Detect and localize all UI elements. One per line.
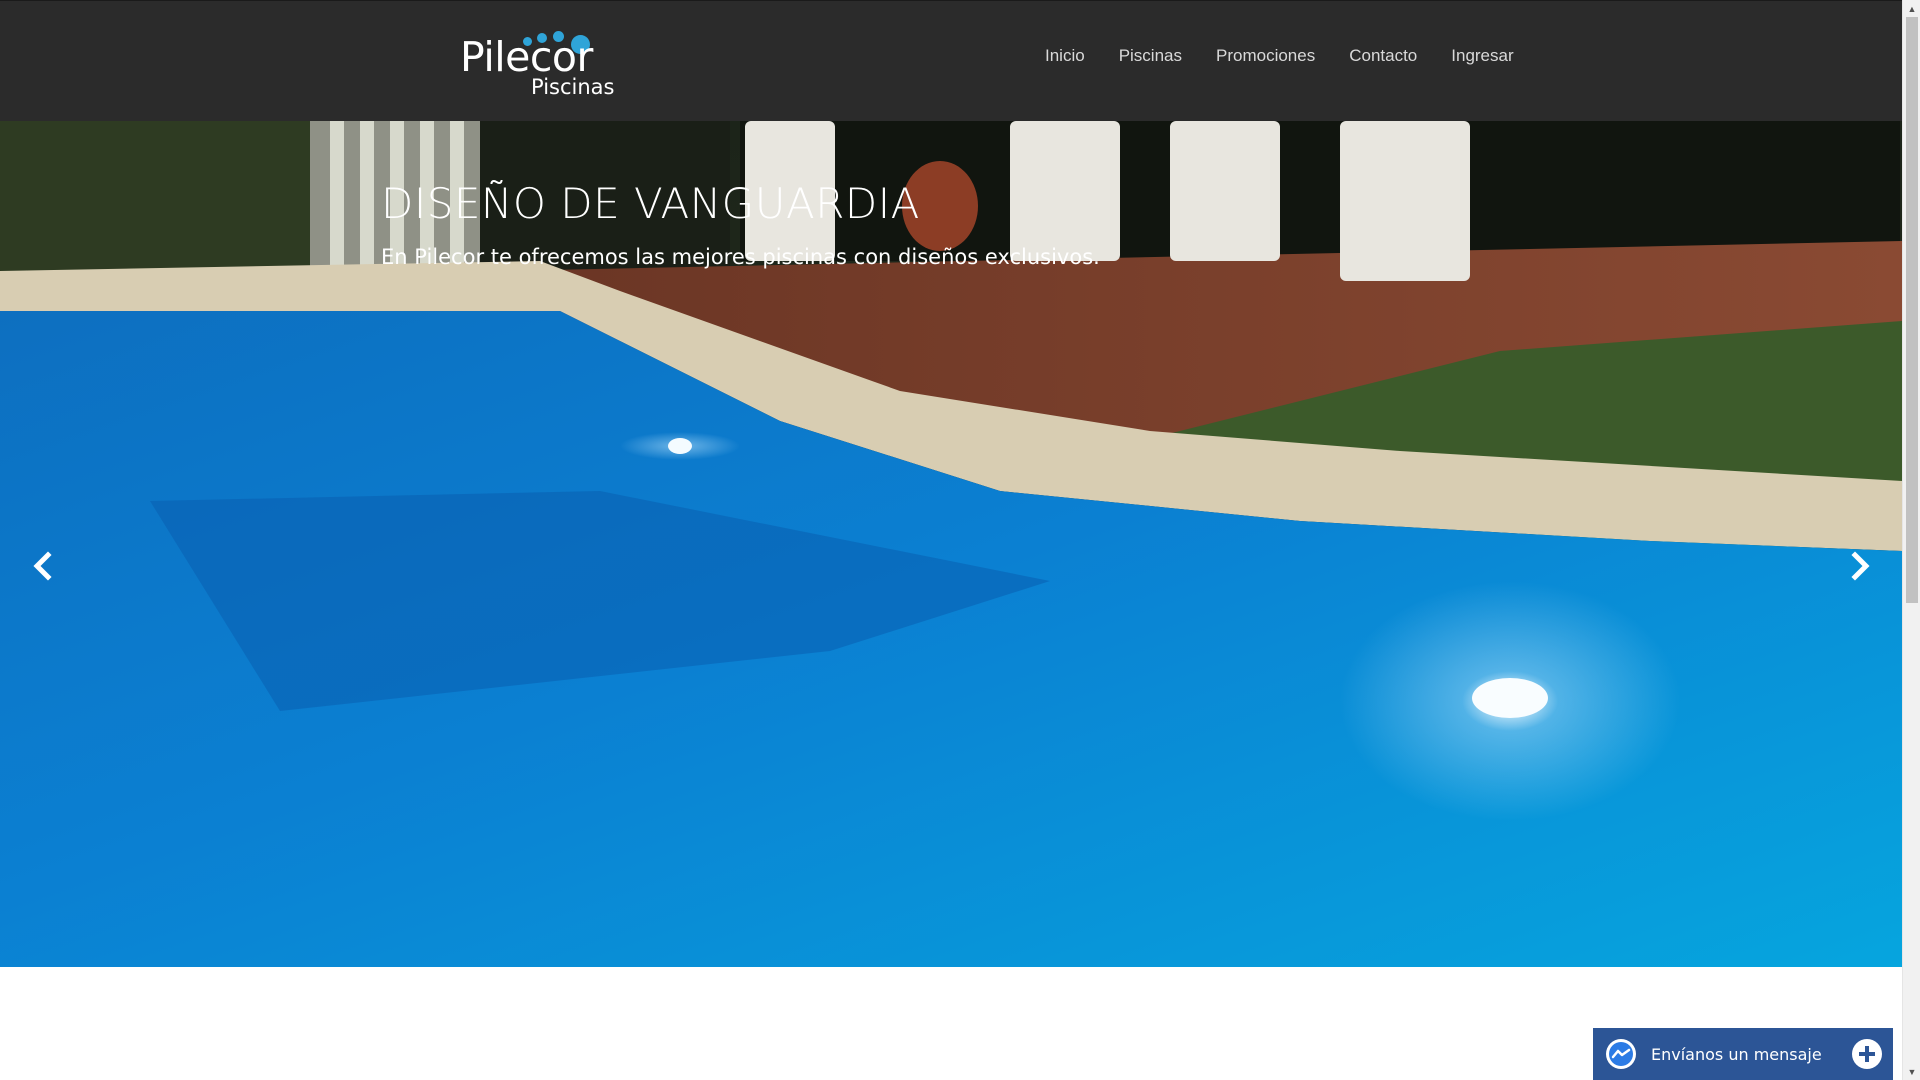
messenger-chat-widget[interactable]: Envíanos un mensaje [1593,1028,1893,1080]
messenger-label: Envíanos un mensaje [1651,1044,1822,1064]
brand-subtitle: Piscinas [531,75,615,99]
nav-item-promociones[interactable]: Promociones [1216,46,1315,66]
messenger-icon [1606,1039,1636,1069]
page-scrollbar[interactable]: ▲ ▼ [1902,0,1920,1080]
hero-subtitle: En Pilecor te ofrecemos las mejores pisc… [381,245,1100,269]
plus-icon[interactable] [1851,1038,1883,1070]
hero-carousel: DISEÑO DE VANGUARDIA En Pilecor te ofrec… [0,121,1902,967]
nav-item-ingresar[interactable]: Ingresar [1451,46,1513,66]
nav-item-piscinas[interactable]: Piscinas [1119,46,1182,66]
nav-item-contacto[interactable]: Contacto [1349,46,1417,66]
scroll-down-icon[interactable]: ▼ [1903,1063,1920,1080]
hero-title: DISEÑO DE VANGUARDIA [381,179,920,228]
main-nav: Inicio Piscinas Promociones Contacto Ing… [1045,46,1548,66]
brand-logo[interactable]: Pilecor Piscinas [458,23,628,103]
top-navbar: Pilecor Piscinas Inicio Piscinas Promoci… [0,0,1902,121]
carousel-next-button[interactable] [1841,546,1881,586]
scrollbar-thumb[interactable] [1906,17,1918,603]
chevron-right-icon [1851,551,1870,581]
nav-item-inicio[interactable]: Inicio [1045,46,1085,66]
scroll-up-icon[interactable]: ▲ [1903,0,1920,17]
chevron-left-icon [33,551,52,581]
carousel-prev-button[interactable] [22,546,62,586]
brand-name: Pilecor [460,33,593,81]
